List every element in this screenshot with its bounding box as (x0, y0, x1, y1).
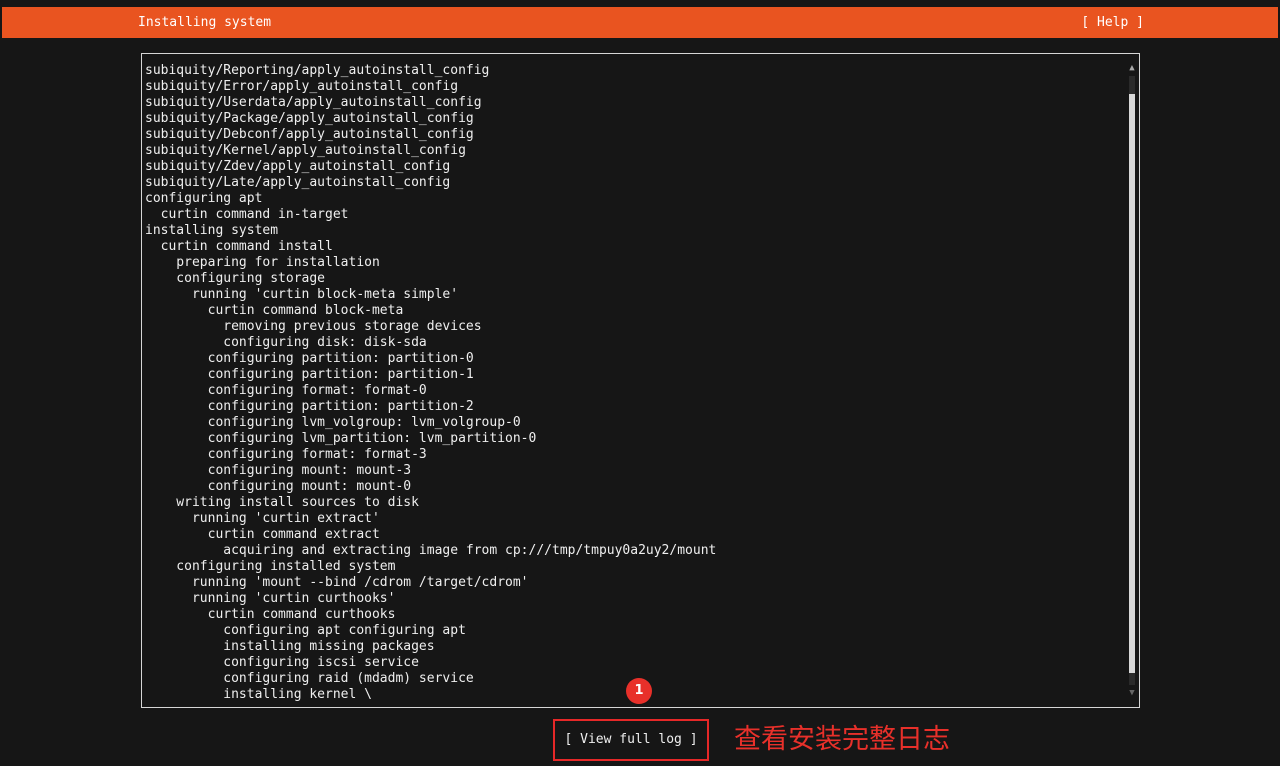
log-line: running 'mount --bind /cdrom /target/cdr… (145, 575, 529, 590)
scroll-thumb[interactable] (1129, 94, 1135, 673)
log-line: configuring format: format-0 (145, 383, 427, 398)
log-line: installing missing packages (145, 639, 435, 654)
annotation-text: 查看安装完整日志 (734, 724, 950, 755)
log-line: subiquity/Debconf/apply_autoinstall_conf… (145, 127, 474, 142)
page-title: Installing system (138, 15, 272, 30)
log-line: configuring mount: mount-0 (145, 479, 412, 494)
log-line: subiquity/Late/apply_autoinstall_config (145, 175, 451, 190)
log-line: configuring apt configuring apt (145, 623, 466, 638)
log-line: configuring partition: partition-1 (145, 367, 474, 382)
log-line: acquiring and extracting image from cp:/… (145, 543, 717, 558)
log-line: removing previous storage devices (145, 319, 482, 334)
install-log-panel[interactable]: subiquity/Reporting/apply_autoinstall_co… (141, 53, 1140, 708)
log-line: subiquity/Package/apply_autoinstall_conf… (145, 111, 474, 126)
scroll-track[interactable] (1129, 76, 1135, 685)
log-line: curtin command block-meta (145, 303, 404, 318)
log-line: subiquity/Kernel/apply_autoinstall_confi… (145, 143, 466, 158)
log-line: subiquity/Userdata/apply_autoinstall_con… (145, 95, 482, 110)
log-scrollbar[interactable]: ▲ ▼ (1127, 62, 1137, 699)
log-line: configuring partition: partition-2 (145, 399, 474, 414)
scroll-down-icon[interactable]: ▼ (1127, 687, 1137, 699)
log-line: subiquity/Zdev/apply_autoinstall_config (145, 159, 451, 174)
log-line: configuring format: format-3 (145, 447, 427, 462)
log-line: configuring mount: mount-3 (145, 463, 412, 478)
view-full-log-button[interactable]: [ View full log ] (553, 719, 709, 761)
log-line: configuring iscsi service (145, 655, 419, 670)
log-line: curtin command extract (145, 527, 380, 542)
help-button[interactable]: [ Help ] (1081, 15, 1144, 30)
log-line: subiquity/Reporting/apply_autoinstall_co… (145, 63, 490, 78)
log-line: configuring disk: disk-sda (145, 335, 427, 350)
installer-screen: Installing system [ Help ] subiquity/Rep… (0, 0, 1280, 766)
log-line: configuring installed system (145, 559, 396, 574)
install-log-lines: subiquity/Reporting/apply_autoinstall_co… (145, 63, 716, 703)
log-line: curtin command in-target (145, 207, 349, 222)
log-line: writing install sources to disk (145, 495, 419, 510)
log-line: installing system (145, 223, 279, 238)
log-line: configuring lvm_partition: lvm_partition… (145, 431, 537, 446)
log-line: configuring partition: partition-0 (145, 351, 474, 366)
log-line: configuring apt (145, 191, 263, 206)
step-marker-badge: 1 (626, 678, 652, 704)
log-line: running 'curtin block-meta simple' (145, 287, 459, 302)
log-line: subiquity/Error/apply_autoinstall_config (145, 79, 459, 94)
log-line: configuring lvm_volgroup: lvm_volgroup-0 (145, 415, 521, 430)
scroll-up-icon[interactable]: ▲ (1127, 62, 1137, 74)
log-line: preparing for installation (145, 255, 380, 270)
log-line: curtin command install (145, 239, 333, 254)
log-line: running 'curtin extract' (145, 511, 380, 526)
header-bar: Installing system [ Help ] (2, 7, 1278, 38)
log-line: curtin command curthooks (145, 607, 396, 622)
log-line: running 'curtin curthooks' (145, 591, 396, 606)
log-line: configuring storage (145, 271, 326, 286)
